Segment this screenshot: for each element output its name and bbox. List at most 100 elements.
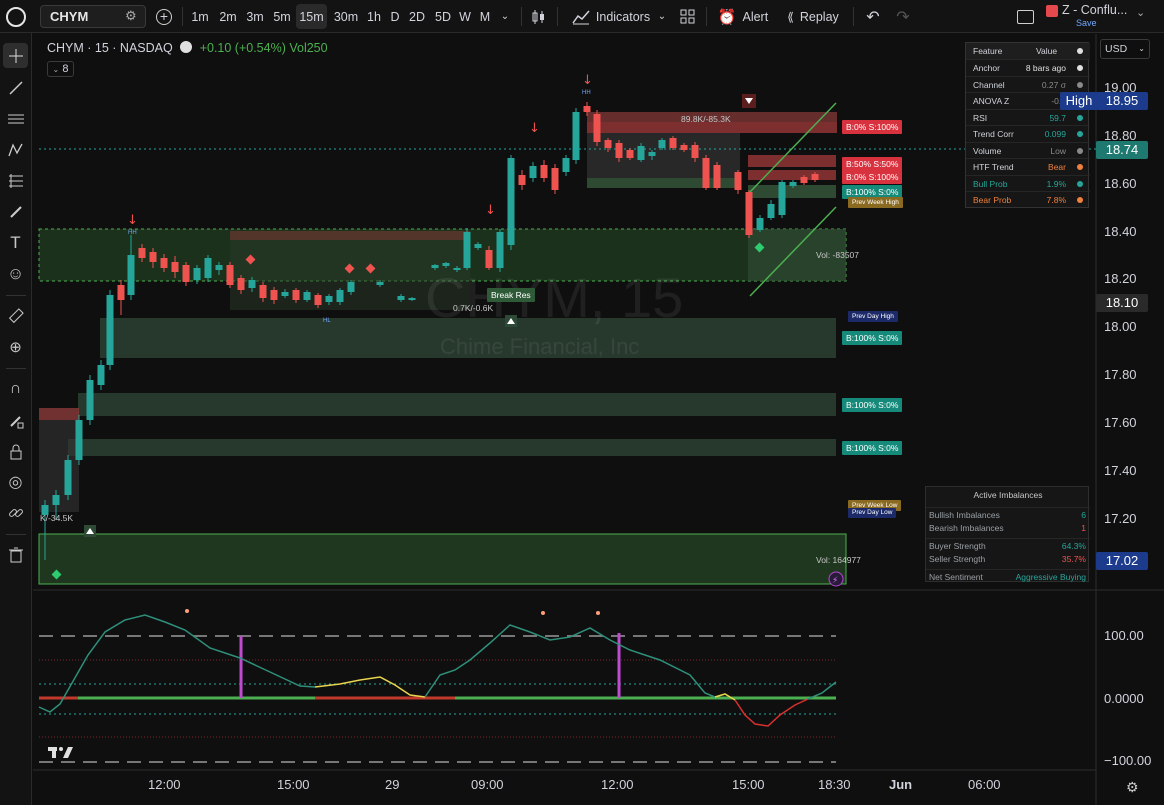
- imbalance-label: B:100% S:0%: [842, 331, 903, 345]
- bearish-value: 1: [1081, 523, 1086, 533]
- oscillator-tick: 100.00: [1104, 628, 1144, 643]
- indicator-count-button[interactable]: ⌄ 8: [47, 61, 74, 77]
- time-tick: 09:00: [471, 777, 504, 792]
- candle-body: [463, 232, 471, 268]
- legend-title[interactable]: CHYM · 15 · NASDAQ: [47, 41, 173, 55]
- feature-row: Volume Low: [966, 141, 1090, 159]
- candle-body: [171, 262, 179, 272]
- imbalance-label: B:50% S:50%: [842, 157, 903, 171]
- prev-day-high-label: Prev Day High: [848, 311, 898, 322]
- time-tick: 15:00: [277, 777, 310, 792]
- feature-value: 8 bars ago: [1025, 63, 1066, 73]
- candle-body: [226, 265, 234, 285]
- sell-arrow-marker: ↓: [485, 203, 496, 218]
- candle-body: [237, 278, 245, 290]
- candle-body: [52, 495, 60, 505]
- feature-name: Trend Corr: [973, 129, 1014, 139]
- watermark-symbol: CHYM, 15: [425, 266, 684, 329]
- candle-body: [669, 138, 677, 148]
- net-sentiment-label: Net Sentiment: [929, 572, 983, 582]
- candle-body: [756, 218, 764, 230]
- bear-strip-left: [39, 408, 79, 420]
- candle-body: [75, 420, 83, 460]
- candle-body: [583, 106, 591, 112]
- sell-arrow-marker: ↓: [582, 73, 593, 88]
- candle-body: [248, 280, 256, 288]
- feature-row: Bull Prob 1.9%: [966, 174, 1090, 192]
- feature-header: Feature: [973, 46, 1003, 56]
- indicator-count: 8: [62, 63, 69, 75]
- legend-change: +0.10 (+0.54%): [199, 41, 286, 55]
- candle-body: [127, 255, 135, 295]
- prev-week-high-label: Prev Week High: [848, 197, 903, 208]
- candle-body: [540, 165, 548, 178]
- candle-body: [149, 252, 157, 262]
- candle-body: [204, 258, 212, 278]
- candle-body: [64, 460, 72, 495]
- candle-body: [193, 268, 201, 280]
- status-dot-icon: [1077, 131, 1083, 137]
- price-tick: 17.80: [1104, 367, 1137, 382]
- candle-body: [767, 204, 775, 218]
- price-tick: 18.20: [1104, 271, 1137, 286]
- feature-name: Channel: [973, 79, 1005, 90]
- candle-body: [303, 292, 311, 300]
- candle-body: [789, 182, 797, 186]
- delta-label-left: K/-34.5K: [40, 513, 74, 523]
- bull-zone-2: [78, 393, 836, 416]
- feature-name: Volume: [973, 145, 1002, 156]
- high-price-tag: 18.95: [1096, 92, 1148, 110]
- candle-body: [325, 296, 333, 302]
- candle-body: [474, 244, 482, 248]
- candle-body: [86, 380, 94, 420]
- feature-name: Anchor: [973, 63, 1000, 73]
- oscillator-pane: [38, 609, 837, 763]
- level-price-tag: 18.10: [1096, 294, 1148, 312]
- candle-body: [745, 192, 753, 235]
- seller-strength-value: 35.7%: [1061, 554, 1086, 564]
- chevron-down-icon: ⌄: [52, 65, 60, 74]
- chevron-down-icon: ⌄: [1138, 44, 1145, 53]
- level-price-tag: 17.02: [1096, 552, 1148, 570]
- break-res-label: Break Res: [487, 288, 535, 302]
- net-sentiment-value: Aggressive Buying: [1015, 572, 1086, 582]
- currency-selector[interactable]: USD ⌄: [1100, 39, 1150, 59]
- candle-body: [336, 290, 344, 302]
- settings-gear-icon[interactable]: ⚙: [1126, 779, 1139, 796]
- candle-body: [97, 365, 105, 385]
- feature-name: ANOVA Z: [973, 96, 1010, 106]
- candle-body: [292, 290, 300, 300]
- candle-body: [281, 292, 289, 296]
- candle-body: [376, 282, 384, 285]
- candle-body: [551, 168, 559, 190]
- status-dot-icon: [1077, 48, 1083, 54]
- candle-body: [106, 295, 114, 365]
- candle-body: [680, 145, 688, 150]
- buyer-strength-value: 64.3%: [1061, 541, 1086, 551]
- feature-value: 0.27 σ: [1041, 79, 1066, 90]
- supply-zone-b: [748, 155, 836, 167]
- sell-arrow-marker: ↓: [529, 121, 540, 136]
- sell-arrow-marker: ↓: [127, 213, 138, 228]
- vol-label-top: Vol: -83507: [816, 250, 860, 260]
- market-status-icon: [180, 41, 193, 53]
- candle-body: [800, 177, 808, 183]
- feature-row: RSI 59.7: [966, 108, 1090, 126]
- candle-body: [507, 158, 515, 245]
- feature-row: Channel 0.27 σ: [966, 75, 1090, 93]
- status-dot-icon: [1077, 197, 1083, 203]
- candle-body: [529, 166, 537, 178]
- candle-body: [604, 140, 612, 148]
- hl-label: HL: [323, 318, 331, 324]
- price-tick: 17.60: [1104, 415, 1137, 430]
- candle-body: [778, 182, 786, 215]
- price-tick: 18.00: [1104, 319, 1137, 334]
- candle-body: [270, 290, 278, 300]
- feature-value: 0.099: [1044, 129, 1066, 139]
- time-tick: 06:00: [968, 777, 1001, 792]
- tradingview-logo-icon[interactable]: [48, 745, 74, 763]
- candle-body: [397, 296, 405, 300]
- price-tick: 17.20: [1104, 511, 1137, 526]
- candle-body: [347, 282, 355, 292]
- status-dot-icon: [1077, 81, 1083, 88]
